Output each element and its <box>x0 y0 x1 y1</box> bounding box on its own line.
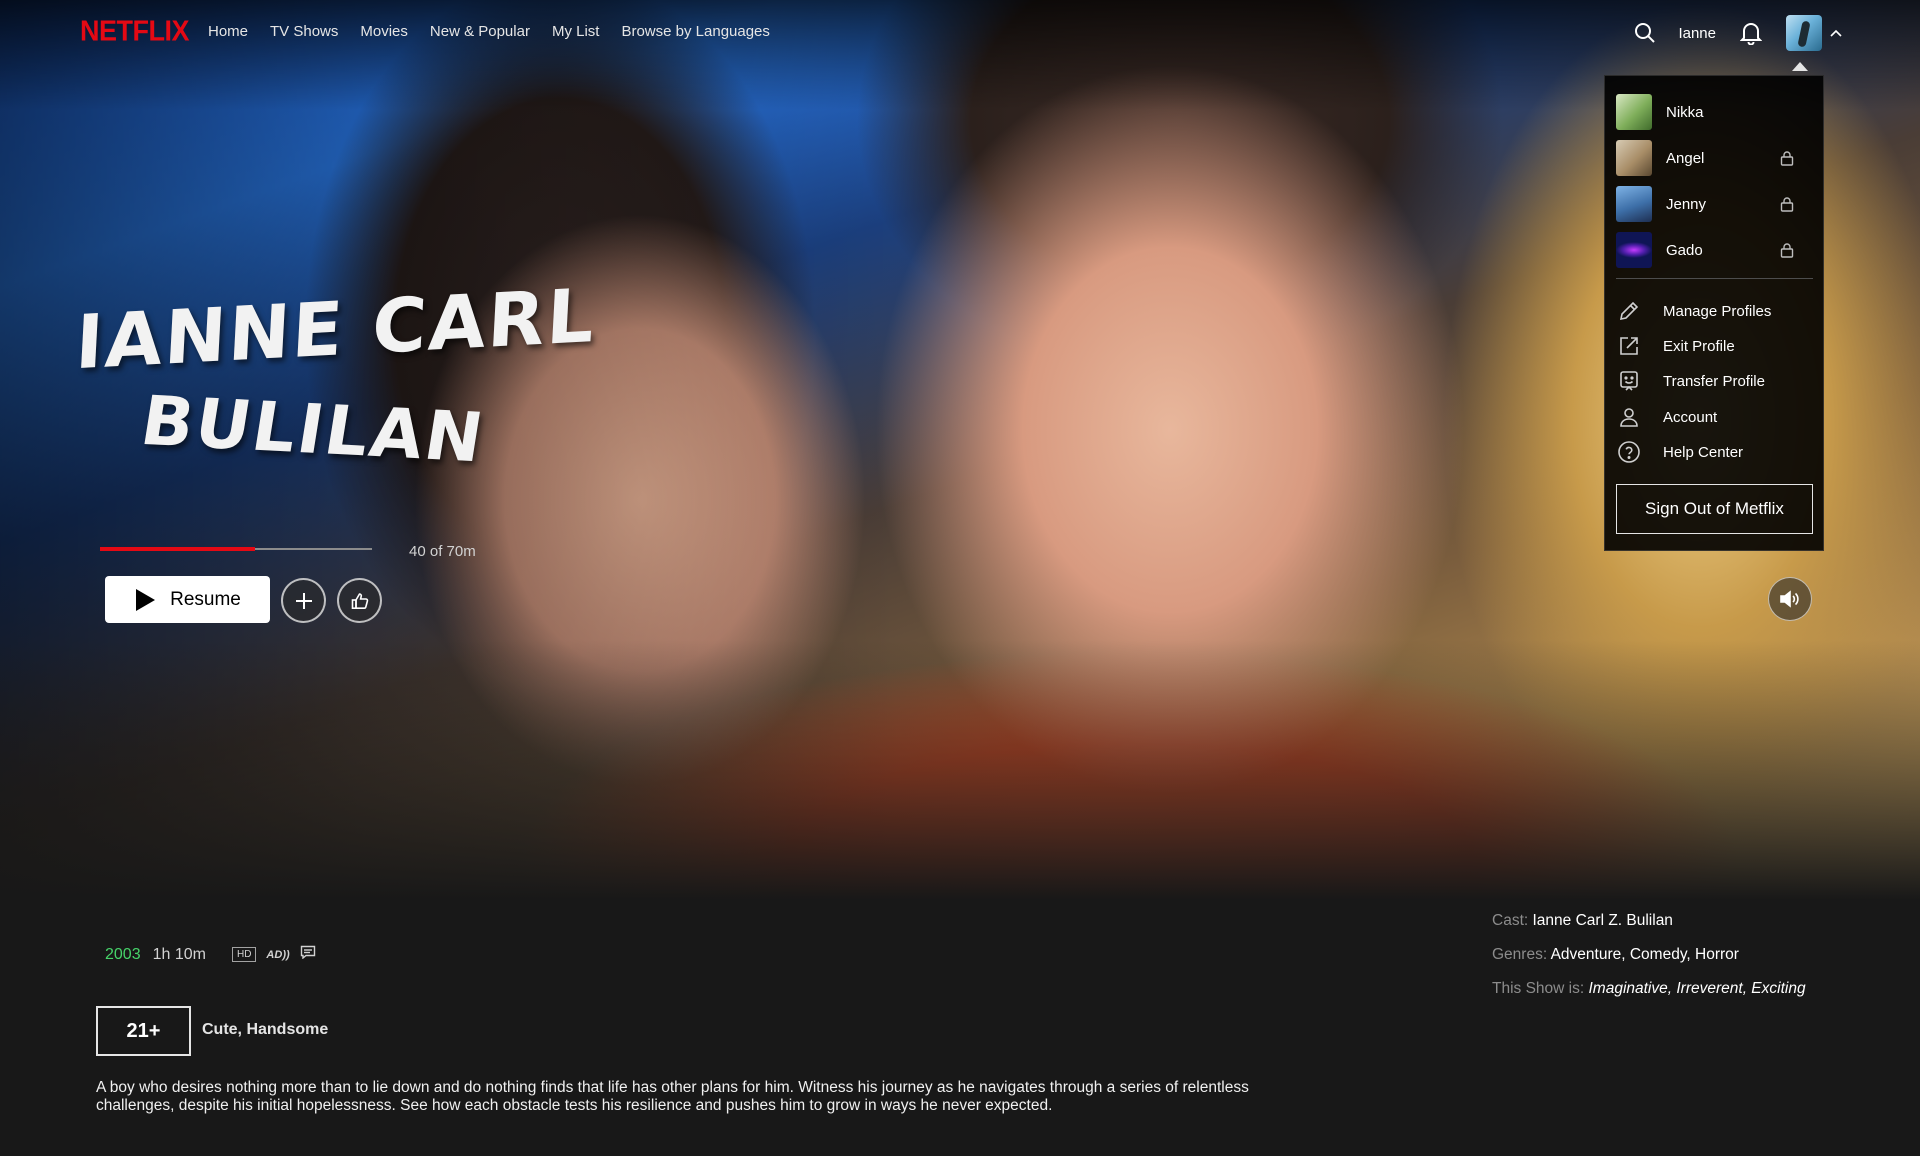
profile-avatar-gado <box>1616 232 1652 268</box>
nav-link-tv-shows[interactable]: TV Shows <box>270 23 338 40</box>
menu-label: Account <box>1663 408 1718 426</box>
nav-link-my-list[interactable]: My List <box>552 23 600 40</box>
menu-item-manage-profiles[interactable]: Manage Profiles <box>1616 296 1812 326</box>
profile-avatar-angel <box>1616 140 1652 176</box>
nav-link-movies[interactable]: Movies <box>360 23 408 40</box>
profile-item-gado[interactable]: Gado <box>1616 232 1812 268</box>
netflix-logo[interactable]: NETFLIX <box>80 15 190 48</box>
show-is-line: This Show is: Imaginative, Irreverent, E… <box>1492 980 1806 1014</box>
subtitles-icon <box>300 945 316 964</box>
menu-label: Manage Profiles <box>1663 302 1772 320</box>
watch-progress-fill <box>100 547 256 551</box>
menu-item-exit-profile[interactable]: Exit Profile <box>1616 331 1812 361</box>
audio-description-icon: AD)) <box>266 948 290 961</box>
nav-right-tools: Ianne <box>1632 14 1842 52</box>
profile-item-angel[interactable]: Angel <box>1616 140 1812 176</box>
maturity-reasons: Cute, Handsome <box>202 1021 329 1038</box>
profile-avatar-jenny <box>1616 186 1652 222</box>
bell-icon[interactable] <box>1738 20 1764 46</box>
lock-icon <box>1780 197 1794 212</box>
genres-value[interactable]: Adventure, Comedy, Horror <box>1551 946 1739 963</box>
show-is-value[interactable]: Imaginative, Irreverent, Exciting <box>1588 980 1805 997</box>
menu-item-transfer-profile[interactable]: Transfer Profile <box>1616 366 1812 396</box>
title-info-panel: Cast: Ianne Carl Z. Bulilan Genres: Adve… <box>1492 912 1806 1014</box>
lock-icon <box>1780 151 1794 166</box>
genres-line: Genres: Adventure, Comedy, Horror <box>1492 946 1806 980</box>
nav-link-home[interactable]: Home <box>208 23 248 40</box>
dropdown-pointer <box>1792 62 1808 71</box>
genres-label: Genres: <box>1492 946 1548 963</box>
pencil-icon <box>1616 298 1642 324</box>
menu-label: Transfer Profile <box>1663 372 1765 390</box>
nav-username[interactable]: Ianne <box>1678 25 1716 42</box>
title-line-2: Bulilan <box>135 382 491 479</box>
profile-item-nikka[interactable]: Nikka <box>1616 94 1812 130</box>
nav-link-browse-languages[interactable]: Browse by Languages <box>621 23 769 40</box>
caret-up-icon[interactable] <box>1830 26 1842 40</box>
profile-name: Nikka <box>1666 103 1704 121</box>
volume-button[interactable] <box>1768 577 1812 621</box>
external-link-icon <box>1616 333 1642 359</box>
lock-icon <box>1780 243 1794 258</box>
meta-row: 2003 1h 10m HD AD)) <box>105 945 316 964</box>
nav-links: Home TV Shows Movies New & Popular My Li… <box>208 23 770 40</box>
watch-progress-text: 40 of 70m <box>409 543 476 560</box>
profile-avatar-nikka <box>1616 94 1652 130</box>
top-navigation: NETFLIX Home TV Shows Movies New & Popul… <box>0 0 1920 68</box>
cast-label: Cast: <box>1492 912 1529 929</box>
nav-link-new-popular[interactable]: New & Popular <box>430 23 530 40</box>
show-is-label: This Show is: <box>1492 980 1585 997</box>
menu-label: Exit Profile <box>1663 337 1735 355</box>
play-icon <box>136 588 156 611</box>
duration: 1h 10m <box>152 945 206 963</box>
transfer-profile-icon <box>1616 368 1642 394</box>
profile-dropdown: Nikka Angel Jenny Gado Manage Profiles E… <box>1604 75 1824 551</box>
profile-item-jenny[interactable]: Jenny <box>1616 186 1812 222</box>
add-to-list-button[interactable] <box>281 578 326 623</box>
thumbs-up-icon <box>351 592 368 609</box>
cast-value[interactable]: Ianne Carl Z. Bulilan <box>1533 912 1673 929</box>
menu-label: Help Center <box>1663 443 1744 461</box>
title-logo: Ianne Carl Bulilan <box>73 273 618 479</box>
cast-line: Cast: Ianne Carl Z. Bulilan <box>1492 912 1806 946</box>
hero-bottom-fade <box>0 640 1920 900</box>
profile-name: Angel <box>1666 149 1705 167</box>
release-year: 2003 <box>105 945 141 963</box>
volume-icon <box>1780 590 1799 608</box>
synopsis: A boy who desires nothing more than to l… <box>96 1079 1249 1114</box>
plus-icon <box>295 592 312 609</box>
help-circle-icon <box>1616 439 1642 465</box>
hd-badge: HD <box>231 947 257 962</box>
profile-name: Gado <box>1666 241 1703 259</box>
watch-progress-bar <box>100 547 372 551</box>
profile-name: Jenny <box>1666 195 1707 213</box>
dropdown-divider <box>1616 278 1813 279</box>
resume-label: Resume <box>170 588 241 610</box>
rate-button[interactable] <box>337 578 382 623</box>
menu-item-account[interactable]: Account <box>1616 402 1812 432</box>
person-icon <box>1616 404 1642 430</box>
search-icon[interactable] <box>1632 20 1658 46</box>
profile-avatar[interactable] <box>1786 15 1822 51</box>
sign-out-button[interactable]: Sign Out of Metflix <box>1616 484 1813 534</box>
maturity-rating: 21+ <box>96 1006 191 1056</box>
menu-item-help-center[interactable]: Help Center <box>1616 437 1812 467</box>
resume-button[interactable]: Resume <box>105 576 270 623</box>
